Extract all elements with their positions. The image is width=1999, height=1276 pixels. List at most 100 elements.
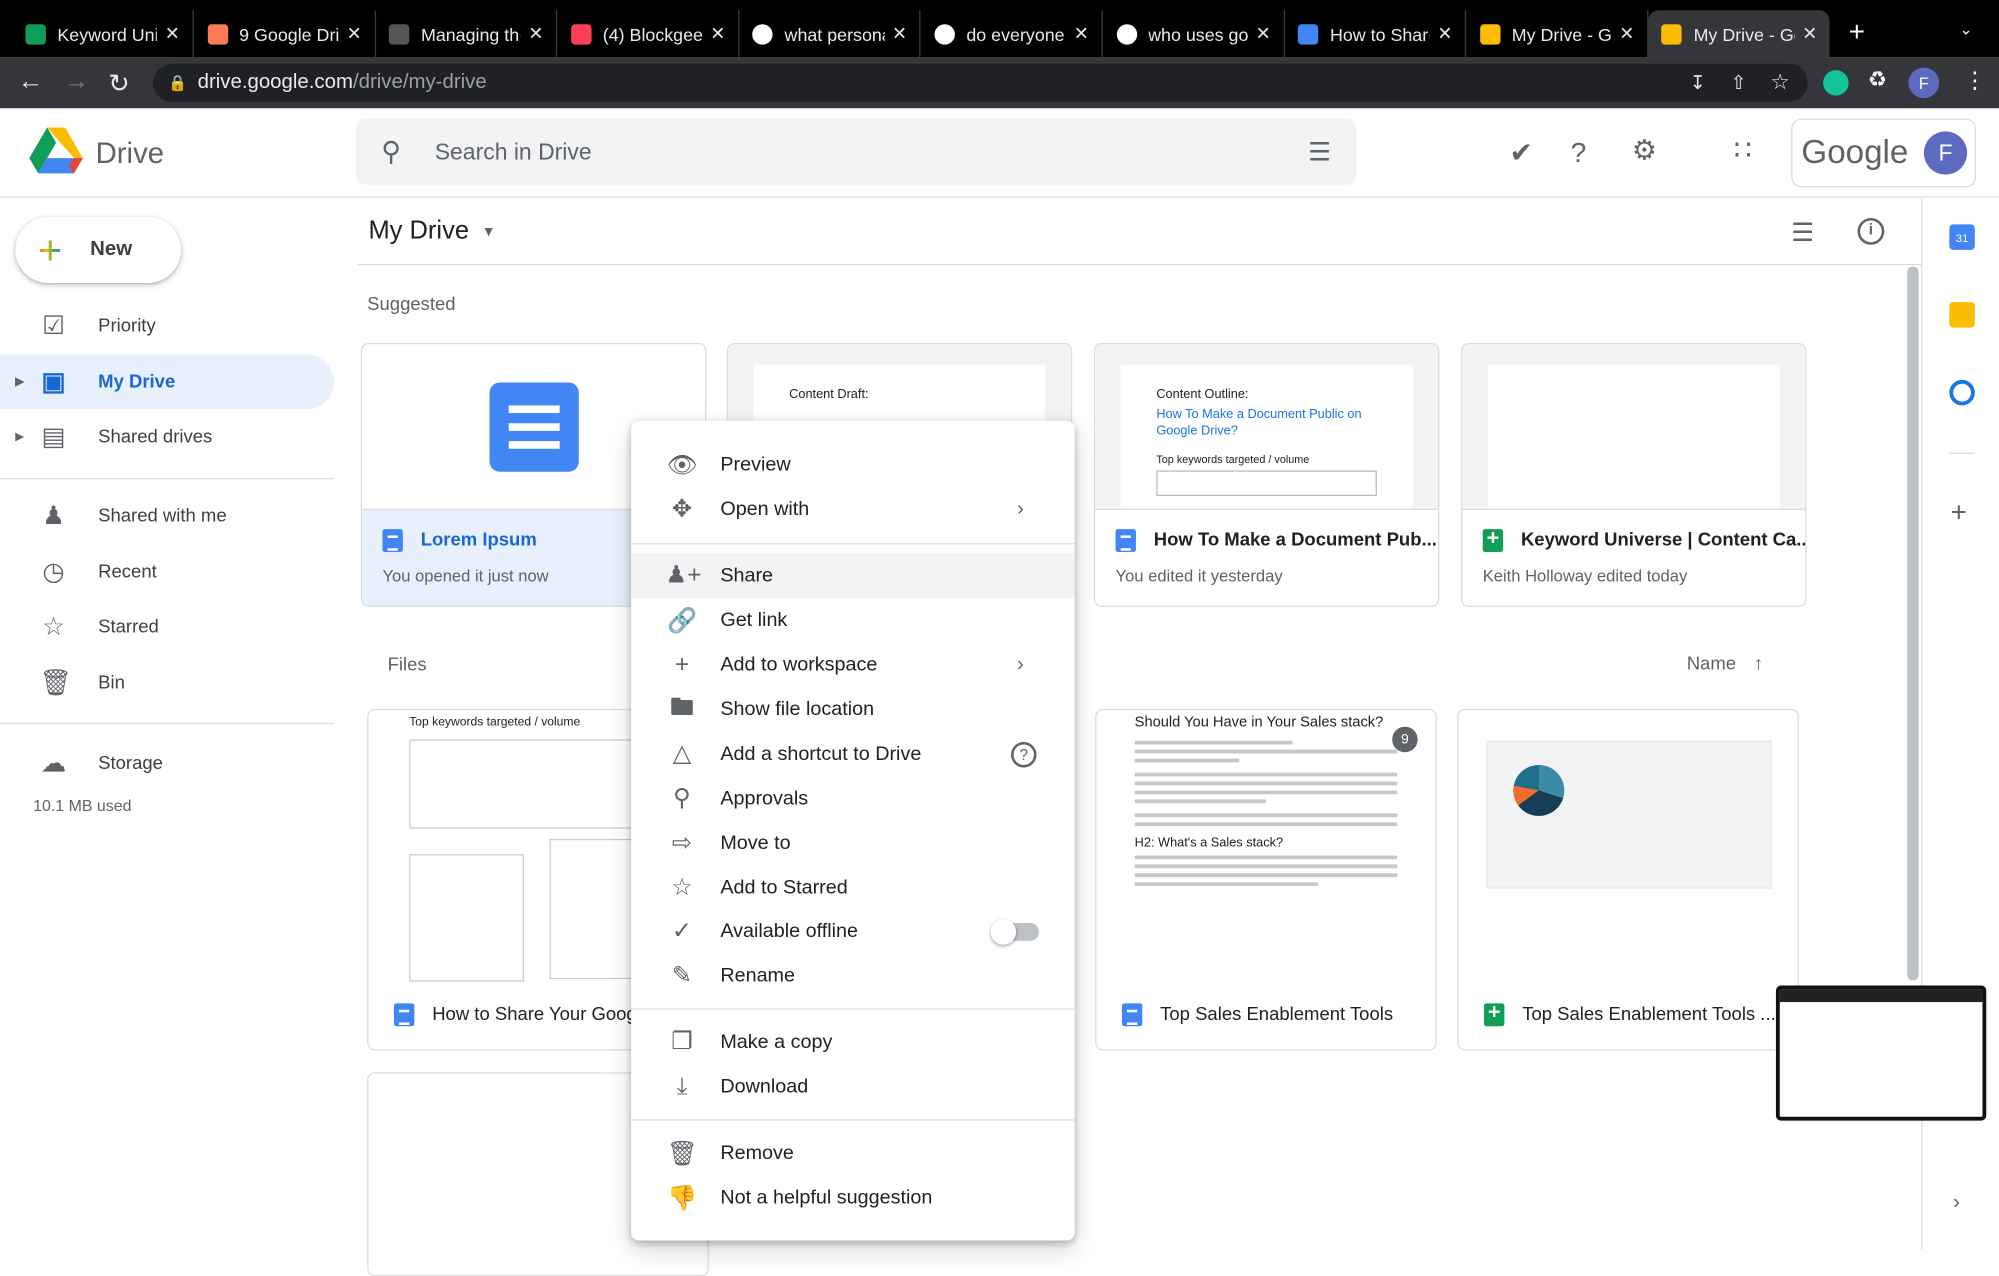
menu-item-remove[interactable]: 🗑 Remove bbox=[631, 1131, 1075, 1176]
address-bar[interactable]: 🔒 drive.google.com/drive/my-drive ↧ ⇧ ☆ bbox=[152, 63, 1808, 102]
my-drive-title-dropdown[interactable]: My Drive ▼ bbox=[368, 217, 495, 246]
sidebar-item-shared-drives[interactable]: ▶ ▤ Shared drives bbox=[0, 409, 334, 464]
back-button[interactable]: ← bbox=[18, 68, 43, 97]
sidebar-item-bin[interactable]: 🗑 Bin bbox=[0, 655, 334, 710]
sort-by-name-button[interactable]: Name ↑ bbox=[1687, 654, 1763, 674]
drive-logo-icon[interactable] bbox=[29, 127, 83, 175]
scrollbar-thumb[interactable] bbox=[1907, 266, 1919, 981]
close-tab-icon[interactable]: ✕ bbox=[892, 23, 907, 45]
browser-tab[interactable]: (4) Blockgeeks ✕ bbox=[558, 10, 740, 58]
reload-button[interactable]: ↻ bbox=[108, 68, 129, 100]
menu-item-available-offline[interactable]: ✓ Available offline bbox=[631, 909, 1075, 954]
close-tab-icon[interactable]: ✕ bbox=[710, 23, 725, 45]
search-input[interactable]: ⚲ Search in Drive ☰ bbox=[355, 118, 1357, 185]
menu-item-share[interactable]: ♟+ Share bbox=[631, 553, 1075, 598]
install-icon[interactable]: ↧ bbox=[1690, 71, 1706, 95]
search-icon[interactable]: ⚲ bbox=[381, 136, 401, 168]
account-switcher[interactable]: Google F bbox=[1791, 118, 1977, 188]
menu-item-get-link[interactable]: 🔗 Get link bbox=[631, 598, 1075, 643]
menu-item-preview[interactable]: 👁 Preview bbox=[631, 442, 1075, 487]
close-tab-icon[interactable]: ✕ bbox=[528, 23, 543, 45]
browser-tab[interactable]: My Drive - Google ✕ bbox=[1648, 10, 1830, 58]
browser-toolbar: ← → ↻ 🔒 drive.google.com/drive/my-drive … bbox=[0, 57, 1999, 109]
menu-item-add-to-starred[interactable]: ☆ Add to Starred bbox=[631, 866, 1075, 911]
file-card[interactable]: Should You Have in Your Sales stack? H2:… bbox=[1095, 708, 1437, 1051]
close-tab-icon[interactable]: ✕ bbox=[1074, 23, 1089, 45]
browser-menu-icon[interactable]: ⋮ bbox=[1963, 68, 1986, 95]
grammarly-extension-icon[interactable] bbox=[1823, 70, 1849, 96]
help-icon[interactable]: ? bbox=[1010, 741, 1037, 767]
tab-title: Keyword Universe bbox=[57, 23, 157, 44]
bookmark-star-icon[interactable]: ☆ bbox=[1771, 70, 1790, 95]
suggested-file-card[interactable]: Keyword Universe | Content Ca... Keith Ho… bbox=[1461, 342, 1807, 607]
context-menu: 👁 Preview ✥ Open with › ♟+ Share 🔗 Get link + Add … bbox=[631, 420, 1075, 1241]
tasks-icon[interactable] bbox=[1949, 379, 1975, 406]
account-avatar[interactable]: F bbox=[1923, 131, 1968, 175]
sidebar-item-shared-with-me[interactable]: ♟ Shared with me bbox=[0, 488, 334, 543]
offline-toggle[interactable] bbox=[990, 918, 1040, 945]
expand-panel-chevron-icon[interactable]: › bbox=[1953, 1192, 1960, 1215]
new-tab-button[interactable]: + bbox=[1849, 15, 1865, 48]
browser-tab[interactable]: who uses google ✕ bbox=[1104, 10, 1285, 58]
sidebar-item-storage[interactable]: ☁ Storage bbox=[0, 736, 334, 791]
menu-item-approvals[interactable]: ⚲ Approvals bbox=[631, 776, 1075, 821]
keep-icon[interactable] bbox=[1949, 302, 1975, 328]
menu-item-open-with[interactable]: ✥ Open with › bbox=[631, 487, 1075, 532]
share-page-icon[interactable]: ⇧ bbox=[1731, 71, 1747, 95]
browser-tab[interactable]: Managing the ✕ bbox=[376, 10, 558, 58]
new-button[interactable]: + New bbox=[15, 216, 182, 284]
url-host: drive.google.com bbox=[197, 71, 353, 94]
preview-heading: Content Draft: bbox=[789, 387, 869, 402]
menu-item-add-to-workspace[interactable]: + Add to workspace › bbox=[631, 643, 1075, 688]
suggested-file-card[interactable]: Content Outline: How To Make a Document P… bbox=[1093, 342, 1440, 607]
calendar-icon[interactable]: 31 bbox=[1949, 224, 1975, 250]
sidebar-item-starred[interactable]: ☆ Starred bbox=[0, 599, 334, 654]
docs-icon bbox=[382, 529, 403, 553]
file-card[interactable]: Top Sales Enablement Tools ... bbox=[1457, 708, 1799, 1051]
expand-arrow-icon[interactable]: ▶ bbox=[15, 430, 24, 444]
menu-item-move-to[interactable]: ⇨ Move to bbox=[631, 821, 1075, 866]
close-tab-icon[interactable]: ✕ bbox=[165, 23, 180, 45]
close-tab-icon[interactable]: ✕ bbox=[347, 23, 362, 45]
sidebar-item-my-drive[interactable]: ▶ ▣ My Drive bbox=[0, 354, 335, 410]
tab-search-chevron-icon[interactable]: ⌄ bbox=[1960, 20, 1973, 38]
close-tab-icon[interactable]: ✕ bbox=[1619, 23, 1634, 45]
browser-tab[interactable]: How to Share ✕ bbox=[1285, 10, 1467, 58]
drive-icon bbox=[1479, 23, 1501, 44]
close-tab-icon[interactable]: ✕ bbox=[1256, 23, 1271, 45]
menu-item-label: Open with bbox=[720, 497, 810, 520]
details-info-icon[interactable]: i bbox=[1857, 218, 1885, 245]
offline-ready-icon[interactable]: ✔ bbox=[1509, 136, 1533, 169]
list-view-icon[interactable]: ☰ bbox=[1791, 217, 1814, 249]
add-addons-icon[interactable]: + bbox=[1951, 496, 1967, 529]
browser-profile-avatar[interactable]: F bbox=[1908, 67, 1940, 99]
menu-item-rename[interactable]: ✎ Rename bbox=[631, 954, 1075, 999]
extensions-puzzle-icon[interactable]: ♻ bbox=[1868, 68, 1887, 93]
browser-tab[interactable]: what personal ✕ bbox=[740, 10, 921, 58]
menu-item-make-a-copy[interactable]: ❐ Make a copy bbox=[631, 1020, 1075, 1065]
browser-tab[interactable]: Keyword Universe ✕ bbox=[13, 10, 194, 58]
close-tab-icon[interactable]: ✕ bbox=[1802, 23, 1817, 45]
close-tab-icon[interactable]: ✕ bbox=[1437, 23, 1452, 45]
browser-tab[interactable]: do everyone ✕ bbox=[922, 10, 1103, 58]
menu-item-not-a-helpful-suggestion[interactable]: 👎 Not a helpful suggestion bbox=[631, 1175, 1075, 1220]
forward-button[interactable]: → bbox=[64, 68, 89, 97]
search-options-icon[interactable]: ☰ bbox=[1308, 136, 1331, 168]
sidebar-item-priority[interactable]: ☑ Priority bbox=[0, 298, 334, 353]
menu-item-add-a-shortcut-to-drive[interactable]: △ Add a shortcut to Drive? bbox=[631, 732, 1075, 777]
file-thumbnail: Content Outline: How To Make a Document P… bbox=[1095, 344, 1439, 510]
expand-arrow-icon[interactable]: ▶ bbox=[15, 375, 24, 389]
menu-item-label: Available offline bbox=[720, 919, 859, 942]
browser-tab[interactable]: 9 Google Drive ✕ bbox=[195, 10, 376, 58]
sheets-icon bbox=[25, 23, 46, 44]
settings-gear-icon[interactable]: ⚙ bbox=[1632, 134, 1657, 167]
browser-tab[interactable]: My Drive - Google ✕ bbox=[1467, 10, 1649, 58]
docs-icon bbox=[1298, 23, 1319, 44]
help-icon[interactable]: ? bbox=[1571, 136, 1587, 169]
menu-item-download[interactable]: ⤓ Download bbox=[631, 1065, 1075, 1110]
screenshot-thumbnail-preview[interactable] bbox=[1775, 985, 1987, 1121]
sidebar-item-recent[interactable]: ◷ Recent bbox=[0, 544, 334, 599]
menu-item-label: Preview bbox=[720, 453, 791, 475]
menu-item-show-file-location[interactable]: 🖿 Show file location bbox=[631, 687, 1075, 732]
google-apps-grid-icon[interactable]: ∷ bbox=[1734, 134, 1752, 167]
